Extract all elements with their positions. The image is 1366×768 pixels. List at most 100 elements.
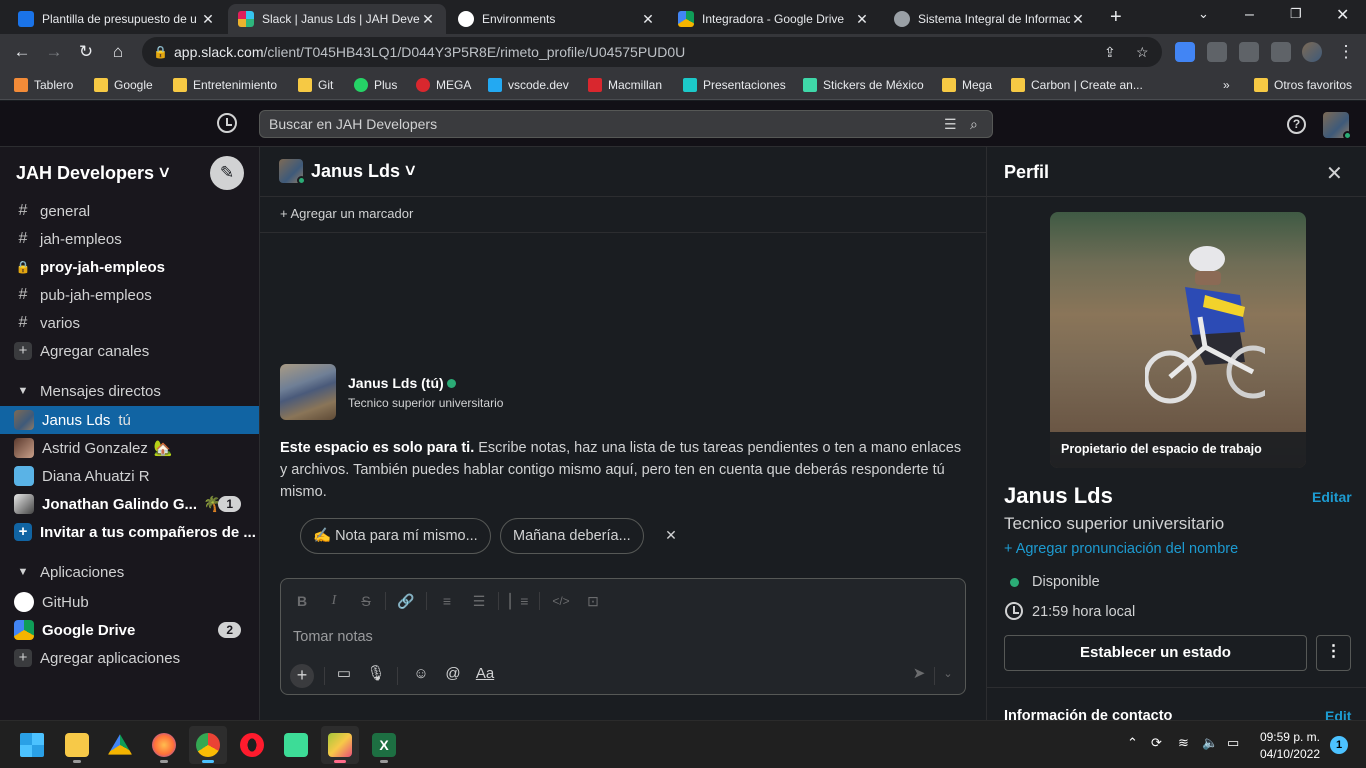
browser-tab[interactable]: Integradora - Google Drive ✕ (668, 4, 880, 34)
bookmark-item[interactable]: Macmillan (588, 76, 662, 94)
sidebar-item-diana-ahuatzi[interactable]: Diana Ahuatzi R (0, 462, 259, 490)
bookmarks-overflow-button[interactable]: » (1223, 76, 1230, 94)
browser-tab[interactable]: Plantilla de presupuesto de u ✕ (8, 4, 226, 34)
mention-icon[interactable]: @ (442, 663, 464, 685)
puzzle-icon[interactable] (1239, 42, 1259, 62)
sidebar-icon[interactable] (1271, 42, 1291, 62)
profile-avatar[interactable] (1302, 42, 1322, 62)
other-bookmarks[interactable]: Otros favoritos (1254, 76, 1352, 94)
search-icon[interactable]: ⌕ (970, 111, 978, 137)
intro-name[interactable]: Janus Lds (tú) (348, 375, 444, 391)
sidebar-item-jonathan-galindo[interactable]: Jonathan Galindo G... 🌴 1 (0, 490, 259, 518)
bold-icon[interactable]: B (292, 591, 312, 611)
strikethrough-icon[interactable]: S (356, 591, 376, 611)
share-icon[interactable]: ⇪ (1104, 37, 1116, 67)
new-tab-button[interactable]: + (1110, 6, 1122, 29)
bookmark-item[interactable]: Plus (354, 76, 397, 94)
composer-input[interactable]: Tomar notas (293, 629, 373, 645)
tab-search-icon[interactable]: ⌄ (1198, 6, 1209, 22)
attach-plus-button[interactable]: + (290, 664, 314, 688)
chevron-up-icon[interactable]: ⌃ (1127, 735, 1138, 751)
video-icon[interactable]: ▭ (333, 663, 355, 685)
bullet-list-icon[interactable]: ☰ (469, 591, 489, 611)
taskbar-excel[interactable]: X (365, 726, 403, 764)
emoji-icon[interactable]: ☺ (410, 663, 432, 685)
add-pronunciation-link[interactable]: + Agregar pronunciación del nombre (1004, 541, 1238, 557)
close-icon[interactable]: ✕ (640, 11, 656, 28)
reload-icon[interactable]: ↻ (75, 41, 97, 63)
sidebar-item-janus-lds[interactable]: Janus Lds tú (0, 406, 259, 434)
intro-avatar[interactable] (280, 364, 336, 420)
search-input[interactable]: Buscar en JAH Developers ☰ ⌕ (259, 110, 993, 138)
close-window-button[interactable]: ✕ (1336, 5, 1349, 25)
bookmark-item[interactable]: Tablero (14, 76, 73, 94)
bookmark-item[interactable]: MEGA (416, 76, 471, 94)
ordered-list-icon[interactable]: ≡ (437, 591, 457, 611)
sidebar-item-github[interactable]: GitHub (0, 588, 259, 616)
link-icon[interactable]: 🔗 (396, 591, 416, 611)
sidebar-item-google-drive[interactable]: Google Drive 2 (0, 616, 259, 644)
bookmark-item[interactable]: Entretenimiento (173, 76, 277, 94)
taskbar-firefox[interactable] (145, 726, 183, 764)
sidebar-item-general[interactable]: # general (0, 197, 259, 225)
taskbar-google-drive[interactable] (101, 726, 139, 764)
invite-teammates-button[interactable]: + Invitar a tus compañeros de ... (0, 518, 259, 546)
help-icon[interactable]: ? (1287, 115, 1306, 134)
extension-icon[interactable] (1207, 42, 1227, 62)
sidebar-item-proy-jah-empleos[interactable]: 🔒 proy-jah-empleos (0, 253, 259, 281)
sidebar-item-varios[interactable]: # varios (0, 309, 259, 337)
taskbar-chrome[interactable] (189, 726, 227, 764)
filter-icon[interactable]: ☰ (944, 111, 957, 137)
close-icon[interactable]: ✕ (420, 11, 436, 28)
battery-icon[interactable]: ▭ (1227, 735, 1239, 751)
add-channels-button[interactable]: + Agregar canales (0, 337, 259, 365)
bookmark-item[interactable]: Carbon | Create an... (1011, 76, 1143, 94)
volume-icon[interactable]: 🔈 (1202, 735, 1218, 751)
taskbar-opera[interactable] (233, 726, 271, 764)
taskbar-app[interactable] (277, 726, 315, 764)
suggestion-chip-tomorrow[interactable]: Mañana debería... (500, 518, 644, 554)
add-bookmark-button[interactable]: + Agregar un marcador (260, 198, 986, 233)
edit-profile-link[interactable]: Editar (1312, 489, 1352, 505)
restore-button[interactable]: ❐ (1290, 6, 1302, 22)
add-apps-button[interactable]: + Agregar aplicaciones (0, 644, 259, 672)
channel-title[interactable]: Janus Lds ˅ (311, 161, 416, 182)
bookmark-item[interactable]: Stickers de México (803, 76, 924, 94)
code-block-icon[interactable]: ⊡ (583, 591, 603, 611)
forward-icon[interactable]: → (43, 41, 65, 63)
browser-tab[interactable]: Environments ✕ (448, 4, 666, 34)
dm-section-header[interactable]: ▼ Mensajes directos (0, 377, 259, 405)
edit-contact-link[interactable]: Edit (1325, 708, 1351, 720)
address-bar[interactable]: 🔒 app.slack.com/client/T045HB43LQ1/D044Y… (142, 37, 1162, 67)
close-icon[interactable]: ✕ (1326, 161, 1343, 186)
menu-icon[interactable]: ⋮ (1335, 41, 1357, 63)
close-icon[interactable]: ✕ (200, 11, 216, 28)
sync-icon[interactable]: ⟳ (1151, 735, 1162, 751)
bookmark-item[interactable]: vscode.dev (488, 76, 569, 94)
taskbar-date[interactable]: 04/10/2022 (1258, 747, 1320, 761)
format-toggle-button[interactable]: Aa (474, 663, 496, 685)
bookmark-item[interactable]: Git (298, 76, 333, 94)
close-icon[interactable]: ✕ (663, 527, 679, 543)
more-options-button[interactable]: ⋮ (1316, 635, 1351, 671)
taskbar-time[interactable]: 09:59 p. m. (1258, 730, 1320, 744)
compose-button[interactable] (210, 156, 244, 190)
profile-photo[interactable]: Propietario del espacio de trabajo (1050, 212, 1306, 468)
browser-tab[interactable]: Sistema Integral de Informac ✕ (884, 4, 1096, 34)
sidebar-item-jah-empleos[interactable]: # jah-empleos (0, 225, 259, 253)
history-icon[interactable] (217, 113, 237, 133)
bookmark-item[interactable]: Google (94, 76, 153, 94)
bookmark-item[interactable]: Presentaciones (683, 76, 786, 94)
blockquote-icon[interactable]: ▏≡ (509, 591, 529, 611)
minimize-button[interactable]: – (1245, 6, 1254, 24)
close-icon[interactable]: ✕ (854, 11, 870, 28)
taskbar-bluestacks[interactable] (321, 726, 359, 764)
back-icon[interactable]: ← (11, 41, 33, 63)
browser-tab-active[interactable]: Slack | Janus Lds | JAH Develo ✕ (228, 4, 446, 34)
send-icon[interactable]: ➤ (908, 663, 930, 685)
taskbar-file-explorer[interactable] (58, 726, 96, 764)
bookmark-star-icon[interactable]: ☆ (1136, 37, 1149, 67)
translate-extension-icon[interactable] (1175, 42, 1195, 62)
code-icon[interactable]: </> (551, 591, 571, 611)
bookmark-item[interactable]: Mega (942, 76, 992, 94)
